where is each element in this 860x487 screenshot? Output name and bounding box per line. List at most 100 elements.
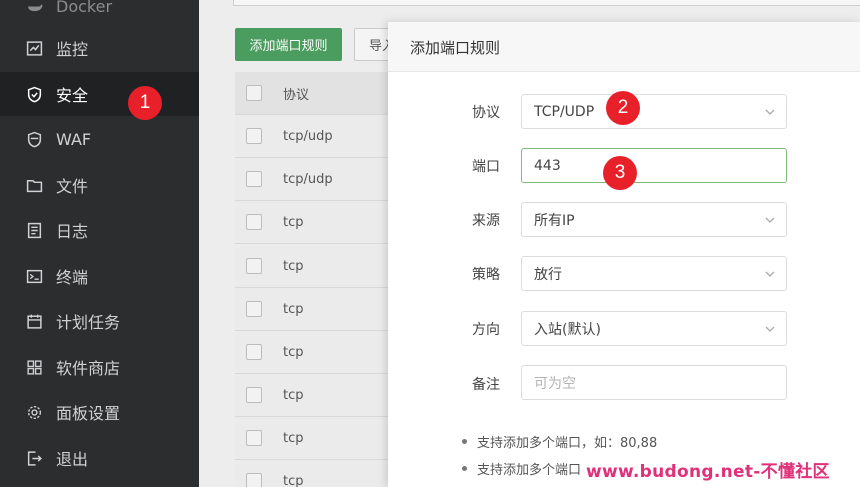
sidebar-item-docker[interactable]: Docker [0, 0, 199, 28]
table-row: tcp [235, 374, 395, 417]
step-badge-2: 2 [606, 91, 640, 125]
sidebar-item-label: 终端 [56, 268, 89, 287]
sidebar-item-files[interactable]: 文件 [0, 163, 199, 207]
sidebar-item-label: 安全 [56, 86, 89, 105]
row-checkbox[interactable] [246, 473, 262, 487]
row-checkbox[interactable] [246, 387, 262, 403]
table-cell-protocol: tcp [283, 301, 304, 317]
protocol-select[interactable]: TCP/UDP [521, 94, 787, 129]
sidebar: Docker 监控 安全 WAF 文件 日志 终端 计划任务 软件商店 面板设置… [0, 0, 199, 487]
add-port-rule-button[interactable]: 添加端口规则 [235, 28, 342, 61]
table-row: tcp [235, 460, 395, 487]
tip-text: 支持添加多个端口，如：80,88 [477, 436, 658, 451]
chevron-down-icon [765, 326, 775, 332]
grid-icon [25, 358, 43, 376]
shield-icon [25, 85, 43, 103]
calendar-icon [25, 312, 43, 330]
sidebar-item-waf[interactable]: WAF [0, 117, 199, 161]
step-badge-1: 1 [128, 86, 162, 120]
tip-item: 支持添加多个端口 [462, 459, 581, 478]
sidebar-item-label: 监控 [56, 40, 89, 59]
protocol-value: TCP/UDP [534, 103, 595, 120]
table-cell-protocol: tcp/udp [283, 128, 333, 144]
sidebar-item-monitor[interactable]: 监控 [0, 26, 199, 70]
chevron-down-icon [765, 217, 775, 223]
sidebar-item-label: Docker [56, 0, 113, 16]
remark-input[interactable]: 可为空 [521, 365, 787, 400]
table-cell-protocol: tcp/udp [283, 171, 333, 187]
source-label: 来源 [472, 213, 500, 229]
sidebar-item-logs[interactable]: 日志 [0, 208, 199, 252]
gear-icon [25, 403, 43, 421]
direction-value: 入站(默认) [534, 321, 601, 338]
chevron-down-icon [765, 271, 775, 277]
row-checkbox[interactable] [246, 301, 262, 317]
select-all-checkbox[interactable] [246, 85, 262, 101]
sidebar-item-label: 面板设置 [56, 404, 121, 423]
terminal-icon [25, 267, 43, 285]
port-value: 443 [534, 157, 561, 174]
table-cell-protocol: tcp [283, 344, 304, 360]
row-checkbox[interactable] [246, 344, 262, 360]
table-row: tcp [235, 331, 395, 374]
row-checkbox[interactable] [246, 171, 262, 187]
table-row: tcp/udp [235, 158, 395, 201]
port-input[interactable]: 443 [521, 148, 787, 183]
table-cell-protocol: tcp [283, 258, 304, 274]
log-icon [25, 221, 43, 239]
sidebar-item-label: 日志 [56, 222, 89, 241]
table-row: tcp [235, 288, 395, 331]
row-checkbox[interactable] [246, 430, 262, 446]
table-cell-protocol: tcp [283, 387, 304, 403]
table-row: tcp [235, 417, 395, 460]
strategy-value: 放行 [534, 266, 562, 283]
source-select[interactable]: 所有IP [521, 202, 787, 237]
table-cell-protocol: tcp [283, 214, 304, 230]
table-header-row: 协议 [235, 72, 395, 115]
waf-shield-icon [25, 130, 43, 148]
column-header-protocol: 协议 [283, 87, 310, 103]
dialog-header: 添加端口规则 [388, 22, 860, 72]
strategy-select[interactable]: 放行 [521, 256, 787, 291]
remark-label: 备注 [472, 377, 500, 393]
sidebar-item-cron[interactable]: 计划任务 [0, 299, 199, 343]
row-checkbox[interactable] [246, 128, 262, 144]
sidebar-item-store[interactable]: 软件商店 [0, 345, 199, 389]
step-badge-3: 3 [603, 156, 637, 190]
source-value: 所有IP [534, 212, 575, 229]
watermark: www.budong.net-不懂社区 [586, 462, 830, 482]
table-row: tcp [235, 245, 395, 288]
protocol-label: 协议 [472, 105, 500, 121]
direction-select[interactable]: 入站(默认) [521, 311, 787, 346]
monitor-icon [25, 39, 43, 57]
strategy-label: 策略 [472, 267, 500, 283]
table-cell-protocol: tcp [283, 473, 304, 487]
tip-item: 支持添加多个端口，如：80,88 [462, 432, 657, 451]
bullet-icon [462, 466, 467, 471]
sidebar-item-logout[interactable]: 退出 [0, 436, 199, 480]
sidebar-item-terminal[interactable]: 终端 [0, 254, 199, 298]
sidebar-item-settings[interactable]: 面板设置 [0, 390, 199, 434]
direction-label: 方向 [472, 322, 500, 338]
sidebar-item-label: 文件 [56, 177, 89, 196]
docker-icon [25, 0, 43, 15]
row-checkbox[interactable] [246, 258, 262, 274]
row-checkbox[interactable] [246, 214, 262, 230]
chevron-down-icon [765, 109, 775, 115]
table-row: tcp [235, 201, 395, 244]
dialog-title: 添加端口规则 [410, 39, 501, 57]
table-row: tcp/udp [235, 115, 395, 158]
sidebar-item-security[interactable]: 安全 [0, 72, 199, 116]
bullet-icon [462, 439, 467, 444]
search-bar [233, 0, 860, 6]
sidebar-item-label: 计划任务 [56, 313, 121, 332]
remark-placeholder: 可为空 [534, 375, 576, 392]
port-label: 端口 [472, 159, 500, 175]
table-cell-protocol: tcp [283, 430, 304, 446]
folder-icon [25, 176, 43, 194]
logout-icon [25, 449, 43, 467]
sidebar-item-label: WAF [56, 129, 92, 149]
sidebar-item-label: 退出 [56, 450, 89, 469]
sidebar-item-label: 软件商店 [56, 359, 121, 378]
tip-text: 支持添加多个端口 [477, 463, 582, 478]
